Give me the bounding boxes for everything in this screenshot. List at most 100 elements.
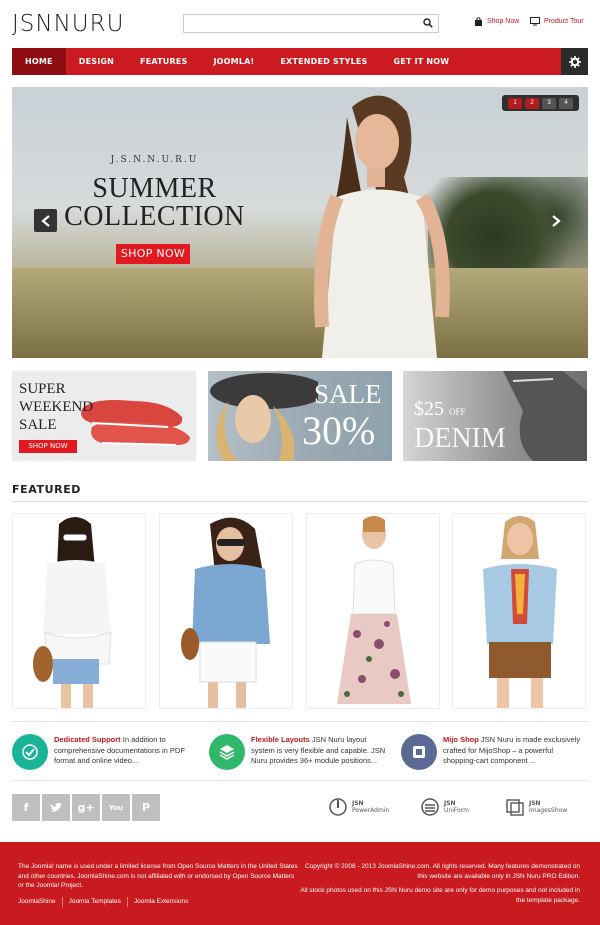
footer-link-joomlashine[interactable]: JoomlaShine	[18, 897, 62, 907]
layers-icon	[209, 734, 245, 770]
hero-model-image	[314, 95, 450, 358]
product-image	[181, 517, 270, 708]
footer-link-joomla-templates[interactable]: Joomla Templates	[61, 897, 127, 907]
product-card[interactable]	[452, 513, 586, 709]
banner-denim-amount: $25	[414, 398, 444, 420]
site-logo[interactable]: JSNNURU	[12, 11, 124, 37]
banner-sale-percent: 30%	[302, 408, 376, 453]
product-image	[337, 516, 411, 704]
partner-name: UniForm	[444, 807, 469, 814]
partner-prefix: JSN	[444, 800, 456, 807]
gear-icon	[568, 55, 581, 68]
product-image	[33, 517, 112, 708]
shop-now-label: Shop Now	[487, 18, 520, 25]
search-box[interactable]	[183, 14, 439, 34]
product-tour-link[interactable]: Product Tour	[530, 17, 584, 26]
hero-shop-now-button[interactable]: SHOP NOW	[116, 244, 190, 264]
product-card[interactable]	[159, 513, 293, 709]
banner-weekend-line3: SALE	[19, 417, 57, 433]
slider-page-1[interactable]: 1	[508, 97, 522, 109]
partner-prefix: JSN	[352, 800, 364, 807]
nav-item-home[interactable]: HOME	[12, 48, 66, 75]
search-input[interactable]	[184, 16, 414, 34]
page: JSNNURU Shop Now Product Tour HOME DESIG…	[0, 0, 600, 925]
partner-label: JSN PowerAdmin	[352, 800, 389, 814]
feature-text: Dedicated Support In addition to compreh…	[54, 735, 194, 767]
hero-kicker: J.S.N.N.U.R.U	[110, 155, 199, 165]
chevron-right-icon	[551, 214, 561, 227]
footer-link-joomla-extensions[interactable]: Joomla Extensions	[126, 897, 195, 907]
facebook-icon[interactable]: f	[12, 794, 40, 821]
twitter-icon[interactable]	[42, 794, 70, 821]
banner-denim[interactable]: $25 OFF DENIM	[403, 371, 587, 461]
partner-label: JSN ImagesShow	[529, 800, 567, 814]
nav-item-features[interactable]: FEATURES	[127, 48, 200, 75]
feature-title[interactable]: Dedicated Support	[54, 735, 121, 744]
youtube-icon[interactable]: You	[102, 794, 130, 821]
google-plus-icon[interactable]: g+	[72, 794, 100, 821]
feature-text: Mijo Shop JSN Nuru is made exclusively c…	[443, 735, 583, 767]
product-image	[483, 516, 557, 708]
banner-weekend-line1: SUPER	[19, 381, 66, 397]
feature-title[interactable]: Mijo Shop	[443, 735, 479, 744]
feature-title[interactable]: Flexible Layouts	[251, 735, 310, 744]
site-footer: The Joomla! name is used under a limited…	[0, 842, 600, 925]
divider	[12, 780, 588, 781]
feature-text: Flexible Layouts JSN Nuru layout system …	[251, 735, 391, 767]
pinterest-icon[interactable]: P	[132, 794, 160, 821]
nav-item-get-it-now[interactable]: GET IT NOW	[381, 48, 463, 75]
check-icon	[12, 734, 48, 770]
banner-weekend-sale[interactable]: SUPER WEEKEND SALE SHOP NOW	[12, 371, 196, 461]
product-card[interactable]	[12, 513, 146, 709]
banner-denim-label: DENIM	[414, 423, 506, 454]
banner-sale-label: SALE	[314, 379, 382, 409]
uniform-logo-icon	[421, 798, 439, 816]
featured-divider	[12, 501, 588, 502]
slider-next-button[interactable]	[544, 209, 567, 232]
banner-shop-now-button[interactable]: SHOP NOW	[19, 440, 77, 453]
cart-icon	[401, 734, 437, 770]
settings-button[interactable]	[561, 48, 588, 75]
footer-links: JoomlaShine Joomla Templates Joomla Exte…	[18, 897, 194, 907]
footer-copyright-text: Copyright © 2008 - 2013 JoomlaShine.com.…	[304, 863, 580, 880]
bag-icon	[475, 17, 482, 26]
chevron-left-icon	[40, 214, 50, 227]
search-icon[interactable]	[423, 18, 433, 28]
product-card[interactable]	[306, 513, 440, 709]
footer-disclaimer: The Joomla! name is used under a limited…	[18, 863, 298, 889]
partner-label: JSN UniForm	[444, 800, 469, 814]
monitor-icon	[530, 17, 540, 26]
nav-item-extended-styles[interactable]: EXTENDED STYLES	[267, 48, 380, 75]
footer-photo-notice: All stock photos used on this JSN Nuru d…	[300, 887, 580, 904]
partner-prefix: JSN	[529, 800, 541, 807]
main-nav: HOME DESIGN FEATURES JOOMLA! EXTENDED ST…	[12, 48, 588, 75]
social-links: f g+ You P	[12, 794, 160, 821]
banner-denim-off: OFF	[449, 407, 466, 417]
slider-page-3[interactable]: 3	[542, 97, 556, 109]
divider	[12, 721, 588, 722]
poweradmin-logo-icon	[329, 798, 347, 816]
partner-name: ImagesShow	[529, 807, 568, 814]
slider-prev-button[interactable]	[34, 209, 57, 232]
banner-weekend-line2: WEEKEND	[19, 399, 94, 415]
nav-item-joomla[interactable]: JOOMLA!	[201, 48, 268, 75]
shop-now-link[interactable]: Shop Now	[474, 17, 519, 26]
banner-weekend-text: SUPER WEEKEND SALE	[19, 380, 93, 434]
partner-uniform[interactable]: JSN UniForm	[420, 797, 469, 817]
hero-title-line1: SUMMER	[92, 173, 217, 204]
imagesshow-logo-icon	[506, 799, 524, 816]
partner-poweradmin[interactable]: JSN PowerAdmin	[328, 797, 389, 817]
featured-heading: FEATURED	[12, 483, 82, 496]
boot-image	[503, 371, 587, 461]
partner-name: PowerAdmin	[352, 807, 390, 814]
banner-denim-price: $25 OFF	[414, 398, 466, 421]
product-tour-label: Product Tour	[544, 18, 584, 25]
slider-page-2[interactable]: 2	[525, 97, 539, 109]
hero-slider[interactable]: J.S.N.N.U.R.U SUMMER COLLECTION SHOP NOW…	[12, 87, 588, 358]
slider-page-4[interactable]: 4	[559, 97, 573, 109]
slider-pager: 1 2 3 4	[502, 95, 579, 111]
partner-imagesshow[interactable]: JSN ImagesShow	[505, 797, 567, 817]
banner-sale-30[interactable]: SALE 30%	[208, 371, 392, 461]
footer-copyright: Copyright © 2008 - 2013 JoomlaShine.com.…	[300, 862, 580, 905]
nav-item-design[interactable]: DESIGN	[66, 48, 127, 75]
